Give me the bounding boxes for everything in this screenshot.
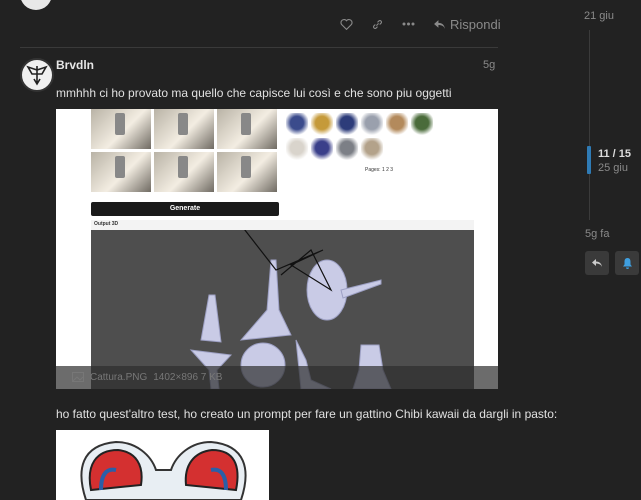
example-icon — [336, 113, 358, 135]
timeline-current-date: 25 giu — [598, 162, 628, 174]
reply-button[interactable]: Rispondi — [433, 17, 501, 32]
reply-icon — [592, 259, 602, 267]
reply-icon — [434, 19, 445, 29]
example-icon — [286, 138, 308, 160]
timeline-start-date[interactable]: 21 giu — [584, 10, 614, 22]
thumbnail — [217, 109, 277, 149]
thumbnail — [217, 152, 277, 192]
image-filename: Cattura.PNG — [90, 372, 148, 383]
notifications-button[interactable] — [615, 251, 639, 275]
example-icon — [311, 113, 333, 135]
bell-icon — [622, 258, 632, 269]
like-button[interactable] — [340, 18, 353, 30]
post-text-2: ho fatto quest'altro test, ho creato un … — [56, 407, 558, 421]
user-avatar[interactable] — [20, 58, 54, 92]
image-caption-bar: Cattura.PNG 1402×896 7 KB — [56, 366, 498, 389]
more-icon — [402, 22, 415, 26]
post-actions: Rispondi — [340, 14, 501, 34]
timeline-end-date[interactable]: 5g fa — [585, 228, 609, 240]
timeline-reply-button[interactable] — [585, 251, 609, 275]
example-icon — [361, 138, 383, 160]
output-3d-label: Output 3D — [94, 221, 119, 227]
copy-link-button[interactable] — [371, 18, 384, 31]
timeline-handle[interactable] — [587, 146, 591, 174]
example-icons — [286, 113, 433, 160]
more-button[interactable] — [402, 22, 415, 26]
image-meta: 1402×896 7 KB — [153, 372, 223, 383]
reply-label: Rispondi — [450, 16, 501, 32]
generate-button: Generate — [91, 202, 279, 216]
input-thumbnails — [91, 109, 279, 195]
cat-image — [80, 440, 247, 500]
attached-image[interactable]: Generate Pages: 1 2 3 Output 3D Cattura.… — [56, 109, 498, 389]
pager: Pages: 1 2 3 — [365, 167, 394, 173]
avatar[interactable]: A — [20, 0, 52, 10]
example-icon — [336, 138, 358, 160]
example-icon — [411, 113, 433, 135]
post-divider — [20, 47, 498, 48]
timeline-position: 11 / 15 — [598, 148, 632, 160]
post-text: mmhhh ci ho provato ma quello che capisc… — [56, 86, 452, 100]
example-icon — [286, 113, 308, 135]
thumbnail — [91, 152, 151, 192]
username[interactable]: Brvdln — [56, 58, 94, 72]
winged-logo-icon — [26, 65, 48, 86]
heart-icon — [340, 19, 353, 30]
example-icon — [386, 113, 408, 135]
image-icon — [72, 372, 84, 382]
example-icon — [361, 113, 383, 135]
thumbnail — [91, 109, 151, 149]
example-icon — [311, 138, 333, 160]
thumbnail — [154, 152, 214, 192]
thumbnail — [154, 109, 214, 149]
attached-image-2[interactable] — [56, 430, 269, 500]
timeline-track[interactable] — [589, 30, 590, 220]
post-time[interactable]: 5g — [483, 59, 495, 71]
link-icon — [373, 19, 382, 29]
